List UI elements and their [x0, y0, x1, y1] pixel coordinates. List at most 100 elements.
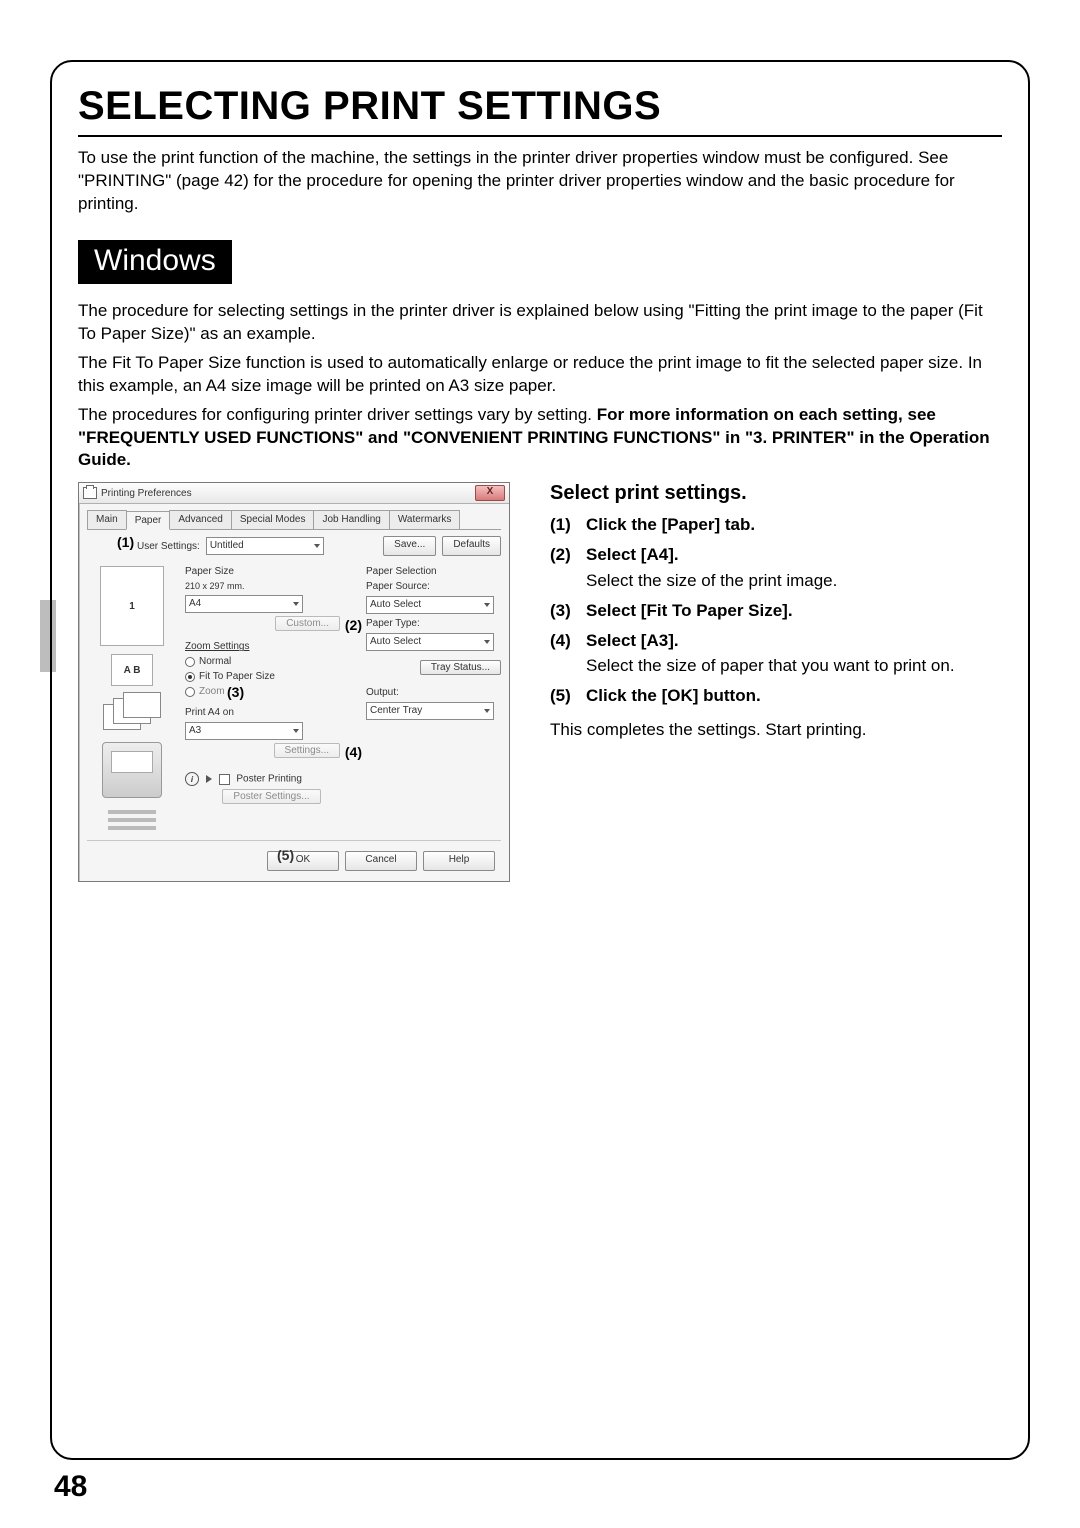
instruction-step: (1) Click the [Paper] tab. — [550, 513, 1002, 537]
tab-main[interactable]: Main — [87, 510, 127, 529]
preview-device-icon — [102, 742, 162, 798]
callout-5: (5) — [277, 847, 294, 863]
defaults-button[interactable]: Defaults — [442, 536, 501, 556]
poster-printing-option[interactable]: i Poster Printing — [185, 772, 358, 786]
user-settings-combo[interactable]: Untitled — [206, 537, 324, 555]
preview-stack-icon — [103, 694, 161, 734]
page-title: SELECTING PRINT SETTINGS — [78, 84, 1002, 137]
paper-source-value: Auto Select — [370, 598, 421, 612]
chevron-down-icon — [314, 544, 320, 548]
content-frame: SELECTING PRINT SETTINGS To use the prin… — [50, 60, 1030, 1460]
poster-settings-button[interactable]: Poster Settings... — [222, 789, 320, 804]
paper-selection-label: Paper Selection — [366, 566, 501, 577]
print-on-combo[interactable]: A3 — [185, 722, 303, 740]
tab-advanced[interactable]: Advanced — [169, 510, 231, 529]
step-number: (3) — [550, 599, 571, 623]
callout-4: (4) — [345, 744, 362, 760]
callout-2: (2) — [345, 617, 362, 633]
step-description: Select the size of paper that you want t… — [586, 654, 1002, 678]
save-button[interactable]: Save... — [383, 536, 436, 556]
chevron-down-icon — [484, 603, 490, 607]
paper-type-label: Paper Type: — [366, 618, 501, 629]
instruction-step: (4) Select [A3]. Select the size of pape… — [550, 629, 1002, 679]
close-icon[interactable]: X — [475, 485, 505, 501]
paper-source-combo[interactable]: Auto Select — [366, 596, 494, 614]
paper-type-value: Auto Select — [370, 635, 421, 649]
paper-size-dimension: 210 x 297 mm. — [185, 581, 358, 591]
preview-page-number: 1 — [129, 601, 135, 612]
instruction-step: (3) Select [Fit To Paper Size]. — [550, 599, 1002, 623]
step-description: Select the size of the print image. — [586, 569, 1002, 593]
windows-paragraph-3-plain: The procedures for configuring printer d… — [78, 405, 597, 424]
zoom-normal-label: Normal — [199, 656, 231, 667]
instruction-step: (2) Select [A4]. Select the size of the … — [550, 543, 1002, 593]
chevron-down-icon — [293, 602, 299, 606]
step-title: Select [A3]. — [586, 631, 679, 650]
output-label: Output: — [366, 687, 501, 698]
instruction-step: (5) Click the [OK] button. — [550, 684, 1002, 708]
preview-page-icon: 1 — [100, 566, 164, 646]
instructions-list: (1) Click the [Paper] tab. (2) Select [A… — [550, 513, 1002, 708]
chevron-down-icon — [484, 640, 490, 644]
paper-type-combo[interactable]: Auto Select — [366, 633, 494, 651]
windows-paragraph-1: The procedure for selecting settings in … — [78, 300, 1002, 346]
step-title: Select [Fit To Paper Size]. — [586, 601, 793, 620]
dialog-title-text: Printing Preferences — [101, 488, 192, 499]
paper-size-combo[interactable]: A4 — [185, 595, 303, 613]
zoom-settings-button[interactable]: Settings... — [274, 743, 340, 758]
intro-paragraph: To use the print function of the machine… — [78, 147, 1002, 216]
step-number: (2) — [550, 543, 571, 567]
instructions-closing: This completes the settings. Start print… — [550, 720, 1002, 740]
tab-watermarks[interactable]: Watermarks — [389, 510, 461, 529]
paper-size-label: Paper Size — [185, 566, 358, 577]
output-value: Center Tray — [370, 704, 422, 718]
preview-lines-icon — [108, 810, 156, 830]
callout-3: (3) — [227, 684, 244, 700]
tab-special-modes[interactable]: Special Modes — [231, 510, 315, 529]
zoom-settings-label: Zoom Settings — [185, 641, 358, 652]
zoom-normal-option[interactable]: Normal — [185, 656, 358, 667]
page-number: 48 — [54, 1470, 87, 1504]
tab-paper[interactable]: Paper — [126, 511, 171, 530]
poster-printing-checkbox[interactable] — [219, 774, 230, 785]
user-settings-label: User Settings: — [137, 541, 200, 552]
chevron-down-icon — [293, 729, 299, 733]
step-title: Click the [OK] button. — [586, 686, 761, 705]
zoom-fit-option[interactable]: Fit To Paper Size — [185, 671, 358, 682]
help-button[interactable]: Help — [423, 851, 495, 871]
preview-ab-text: A B — [124, 665, 141, 676]
poster-printing-label: Poster Printing — [236, 774, 302, 785]
windows-paragraph-2: The Fit To Paper Size function is used t… — [78, 352, 1002, 398]
paper-source-label: Paper Source: — [366, 581, 501, 592]
output-combo[interactable]: Center Tray — [366, 702, 494, 720]
paper-size-value: A4 — [189, 597, 201, 611]
instructions-heading: Select print settings. — [550, 482, 1002, 505]
chevron-down-icon — [484, 709, 490, 713]
printer-icon — [83, 487, 97, 499]
section-heading-windows: Windows — [78, 240, 232, 284]
tray-status-button[interactable]: Tray Status... — [420, 660, 501, 675]
print-on-value: A3 — [189, 724, 201, 738]
step-number: (1) — [550, 513, 571, 537]
zoom-zoom-label: Zoom — [199, 686, 225, 697]
preview-pane: 1 A B — [87, 566, 177, 830]
zoom-fit-label: Fit To Paper Size — [199, 671, 275, 682]
print-on-label: Print A4 on — [185, 707, 358, 718]
cancel-button[interactable]: Cancel — [345, 851, 417, 871]
step-number: (5) — [550, 684, 571, 708]
step-title: Click the [Paper] tab. — [586, 515, 755, 534]
manual-page: SELECTING PRINT SETTINGS To use the prin… — [0, 0, 1080, 1528]
preview-ab-icon: A B — [111, 654, 153, 686]
step-number: (4) — [550, 629, 571, 653]
step-title: Select [A4]. — [586, 545, 679, 564]
user-settings-value: Untitled — [210, 539, 244, 553]
info-arrow-icon — [206, 775, 212, 783]
zoom-zoom-option[interactable]: Zoom (3) — [185, 686, 358, 697]
dialog-titlebar: Printing Preferences X — [79, 483, 509, 504]
info-icon: i — [185, 772, 199, 786]
windows-paragraph-3: The procedures for configuring printer d… — [78, 404, 1002, 473]
custom-button[interactable]: Custom... — [275, 616, 340, 631]
tab-job-handling[interactable]: Job Handling — [313, 510, 389, 529]
print-preferences-dialog: Printing Preferences X Main Paper Advanc… — [78, 482, 510, 882]
callout-1: (1) — [117, 534, 134, 550]
